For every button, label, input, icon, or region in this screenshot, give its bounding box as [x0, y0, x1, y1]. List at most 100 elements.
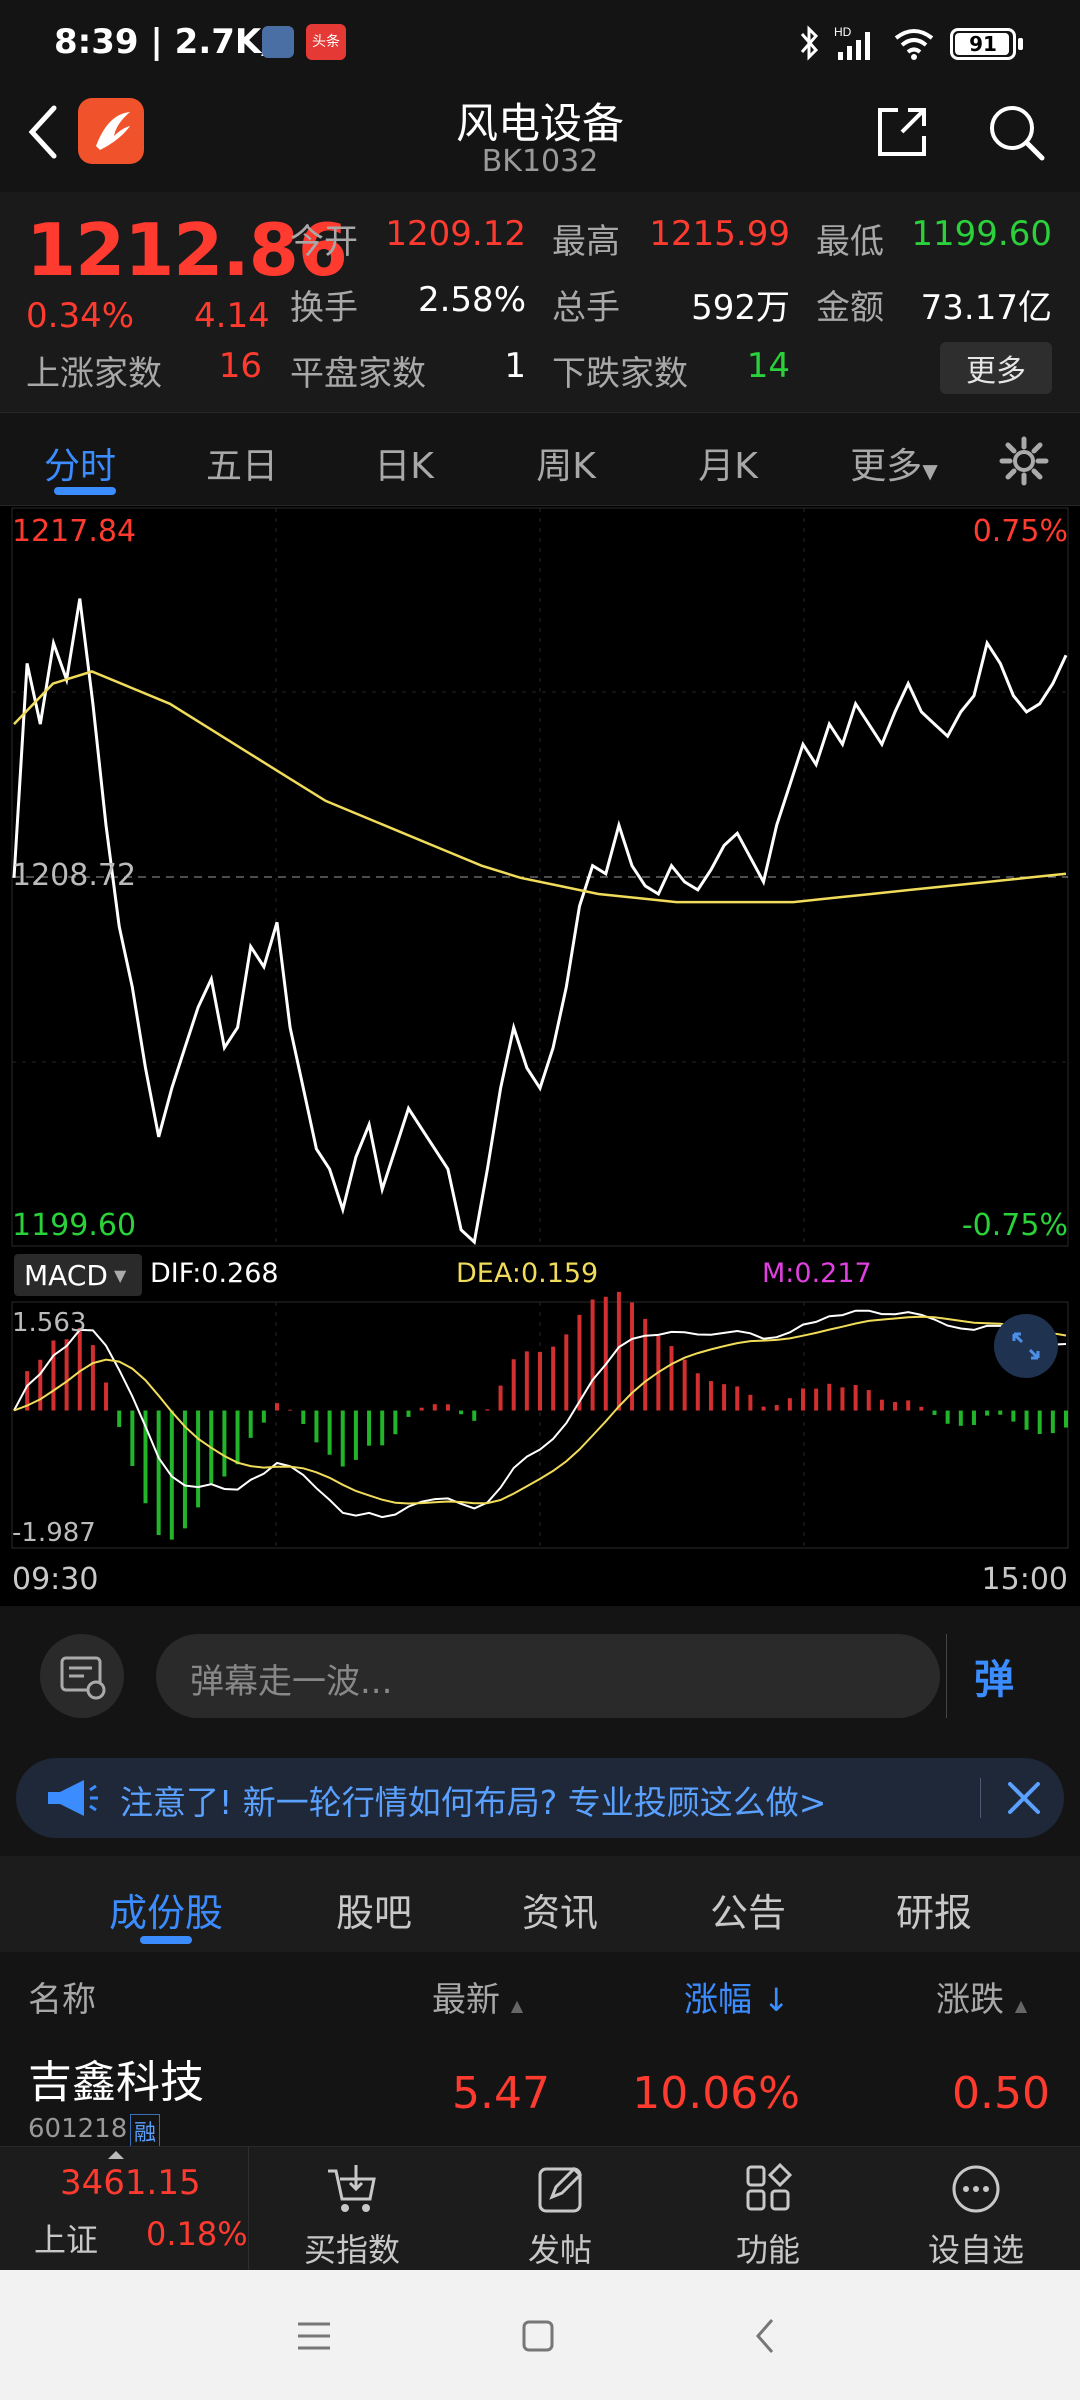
signal-icon: HD	[834, 25, 870, 60]
change-pct: 0.34%	[26, 296, 135, 336]
open-label: 今开	[290, 222, 358, 262]
danmu-bar: 弹幕走一波... 弹	[0, 1606, 1080, 1746]
tab-research[interactable]: 研报	[864, 1882, 1004, 1937]
tab-more-label: 更多	[850, 446, 923, 487]
index-ticker[interactable]: 3461.15 上证 0.18%	[0, 2147, 249, 2271]
up-count-label: 上涨家数	[26, 354, 162, 394]
settings-notification-icon	[262, 26, 294, 58]
tab-forum[interactable]: 股吧	[304, 1882, 444, 1937]
axis-bottom-pct: -0.75%	[961, 1208, 1068, 1243]
stock-name: 吉鑫科技	[28, 2057, 204, 2108]
sort-caret-icon: ▲	[1014, 1996, 1028, 2015]
constituent-tabs: 成份股 股吧 资讯 公告 研报	[0, 1856, 1080, 1952]
col-pct-label: 涨幅	[684, 1980, 752, 2020]
turnover-value: 2.58%	[417, 280, 526, 320]
danmu-settings-button[interactable]	[40, 1634, 124, 1718]
tab-intraday[interactable]: 分时	[10, 437, 150, 489]
status-bar: 8:39 | 2.7K/s 头条 HD 91	[0, 0, 1080, 90]
divider	[980, 1778, 981, 1818]
functions-label: 功能	[735, 2231, 800, 2269]
megaphone-icon	[48, 1780, 98, 1816]
col-latest-label: 最新	[432, 1980, 500, 2020]
time-end: 15:00	[981, 1562, 1068, 1597]
col-chg-sort[interactable]: 涨跌 ▲	[936, 1972, 1027, 2021]
post-button[interactable]: 发帖	[480, 2161, 640, 2271]
axis-mid-price: 1208.72	[12, 858, 137, 893]
expand-icon	[1012, 1332, 1040, 1360]
fullscreen-button[interactable]	[994, 1314, 1058, 1378]
active-subtab-indicator	[140, 1936, 192, 1944]
low-label: 最低	[816, 222, 884, 262]
gear-icon[interactable]	[998, 435, 1050, 487]
macd-dea: DEA:0.159	[456, 1258, 599, 1289]
news-notification-icon: 头条	[306, 24, 346, 60]
col-latest-sort[interactable]: 最新 ▲	[432, 1972, 523, 2021]
add-watchlist-button[interactable]: 设自选	[896, 2161, 1056, 2271]
bluetooth-icon	[800, 25, 819, 61]
time-start: 09:30	[12, 1562, 99, 1597]
intraday-chart[interactable]: 1217.84 0.75% 1208.72 1199.60 -0.75% MAC…	[0, 506, 1080, 1606]
col-name: 名称	[28, 1980, 96, 2020]
volume-value: 592万	[691, 288, 790, 328]
col-chg-label: 涨跌	[936, 1980, 1004, 2020]
menu-icon[interactable]	[296, 2318, 332, 2354]
svg-text:HD: HD	[834, 25, 852, 39]
tab-monthly-k[interactable]: 月K	[658, 437, 798, 489]
amount-value: 73.17亿	[920, 288, 1052, 328]
tab-news[interactable]: 资讯	[490, 1882, 630, 1937]
axis-top-price: 1217.84	[12, 514, 137, 549]
macd-axis-high: 1.563	[12, 1308, 87, 1338]
buy-index-button[interactable]: 买指数	[272, 2161, 432, 2271]
avg-price-line	[13, 670, 1067, 904]
indicator-caret-icon: ▼	[113, 1265, 127, 1285]
home-icon[interactable]	[520, 2318, 556, 2354]
index-pct: 0.18%	[146, 2215, 248, 2253]
functions-button[interactable]: 功能	[688, 2161, 848, 2271]
danmu-toggle-button[interactable]: 弹	[946, 1634, 1041, 1718]
tab-announcements[interactable]: 公告	[678, 1882, 818, 1937]
search-icon[interactable]	[984, 100, 1050, 166]
table-header: 名称 最新 ▲ 涨幅 ↓ 涨跌 ▲	[0, 1952, 1080, 2036]
grid-apps-icon	[746, 2162, 793, 2211]
more-quote-button[interactable]: 更多	[940, 342, 1052, 394]
macd-dif: DIF:0.268	[150, 1258, 279, 1289]
danmu-settings-icon	[60, 1656, 106, 1700]
sort-caret-icon: ▲	[510, 1996, 524, 2015]
col-pct-sort[interactable]: 涨幅 ↓	[684, 1972, 790, 2021]
close-icon[interactable]	[1002, 1776, 1046, 1820]
macd-m: M:0.217	[762, 1258, 872, 1289]
turnover-label: 换手	[290, 288, 358, 328]
amount-label: 金额	[816, 288, 884, 328]
down-count-label: 下跌家数	[552, 354, 688, 394]
tab-weekly-k[interactable]: 周K	[496, 437, 636, 489]
cart-icon	[328, 2165, 376, 2212]
down-count: 14	[746, 346, 790, 386]
tab-more-caret-icon: ▼	[922, 459, 938, 483]
high-value: 1215.99	[649, 214, 790, 254]
system-nav-bar	[0, 2270, 1080, 2400]
macd-axis-low: -1.987	[12, 1518, 96, 1548]
share-icon[interactable]	[872, 102, 932, 162]
buy-index-label: 买指数	[303, 2231, 400, 2269]
tab-daily-k[interactable]: 日K	[334, 437, 474, 489]
danmu-input[interactable]: 弹幕走一波... 弹	[156, 1634, 1014, 1718]
notice-banner[interactable]: 注意了! 新一轮行情如何布局? 专业投顾这么做>	[16, 1758, 1064, 1838]
low-value: 1199.60	[911, 214, 1052, 254]
open-value: 1209.12	[385, 214, 526, 254]
battery-tip	[1018, 38, 1023, 50]
danmu-toggle-label: 弹	[974, 1657, 1014, 1703]
battery-level: 91	[969, 32, 997, 56]
quote-panel: 1212.86 0.34% 4.14 上涨家数 16 今开 1209.12 最高…	[0, 192, 1080, 412]
nav-back-icon[interactable]	[748, 2316, 784, 2356]
flat-count-label: 平盘家数	[290, 354, 426, 394]
wifi-icon	[894, 29, 934, 60]
stock-code: 601218	[28, 2114, 128, 2144]
margin-badge: 融	[130, 2114, 161, 2148]
tab-more[interactable]: 更多▼	[834, 437, 954, 489]
indicator-select[interactable]: MACD ▼	[14, 1254, 142, 1296]
up-count: 16	[218, 346, 262, 386]
tab-constituents[interactable]: 成份股	[96, 1882, 236, 1937]
tab-five-day[interactable]: 五日	[172, 437, 312, 489]
table-row[interactable]: 吉鑫科技 601218 融 5.47 10.06% 0.50	[0, 2036, 1080, 2148]
stock-pct: 10.06%	[632, 2068, 800, 2119]
